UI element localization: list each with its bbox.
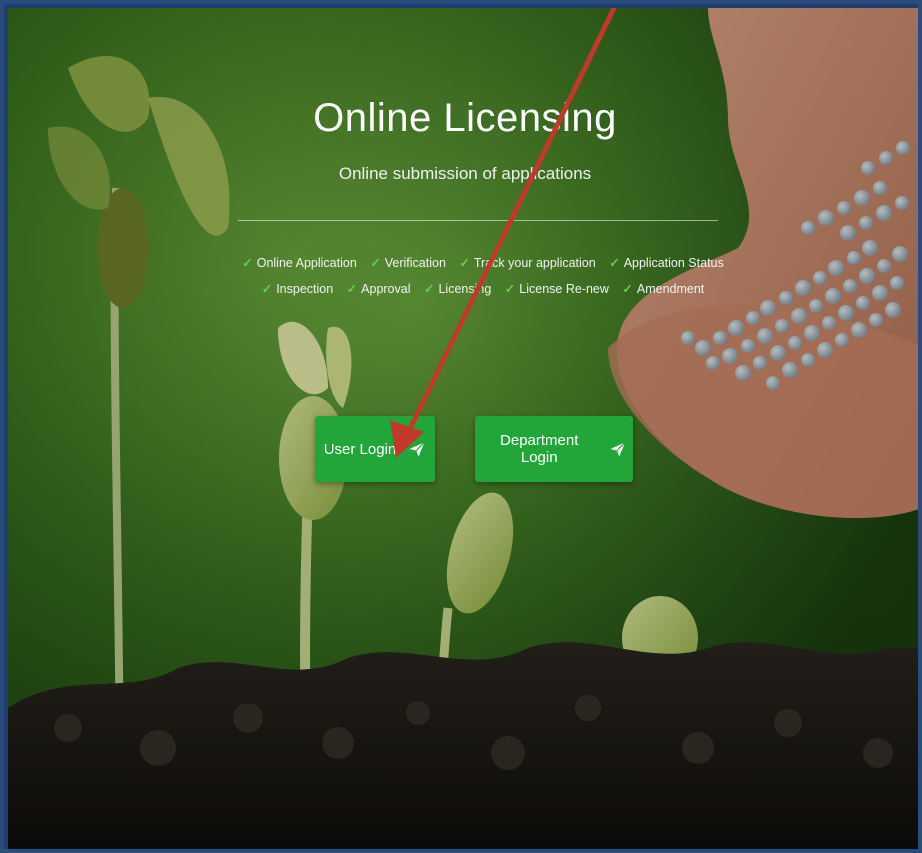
check-icon: ✓	[609, 256, 620, 270]
feature-item: ✓ Inspection	[261, 282, 334, 296]
feature-item: ✓ Application Status	[609, 256, 724, 270]
feature-item: ✓ Licensing	[423, 282, 492, 296]
title-divider	[238, 220, 718, 221]
feature-list: ✓ Online Application ✓ Verification ✓ Track…	[233, 250, 733, 302]
department-login-label: Department Login	[500, 432, 579, 466]
feature-item: ✓ Track your application	[459, 256, 596, 270]
department-login-button[interactable]: Department Login	[475, 416, 633, 482]
check-icon: ✓	[242, 256, 253, 270]
check-icon: ✓	[346, 282, 358, 296]
check-icon: ✓	[370, 256, 381, 270]
check-icon: ✓	[622, 282, 633, 296]
check-icon: ✓	[423, 282, 435, 296]
paper-plane-icon	[409, 441, 426, 457]
feature-item: ✓ Online Application	[242, 256, 357, 270]
user-login-label: User Login	[323, 440, 397, 458]
user-login-button[interactable]: User Login	[315, 416, 435, 482]
feature-item: ✓ Verification	[370, 256, 446, 270]
screenshot-frame: Online Licensing Online submission of ap…	[0, 0, 922, 853]
hero-banner: Online Licensing Online submission of ap…	[8, 8, 918, 849]
feature-item: ✓ Amendment	[622, 282, 705, 296]
feature-item: ✓ Approval	[346, 282, 411, 296]
paper-plane-icon	[610, 441, 626, 457]
page-title: Online Licensing	[313, 96, 617, 140]
feature-item: ✓ License Re-new	[504, 282, 609, 296]
check-icon: ✓	[261, 282, 273, 296]
page-subtitle: Online submission of applications	[338, 164, 592, 183]
check-icon: ✓	[459, 256, 470, 270]
check-icon: ✓	[504, 282, 516, 296]
